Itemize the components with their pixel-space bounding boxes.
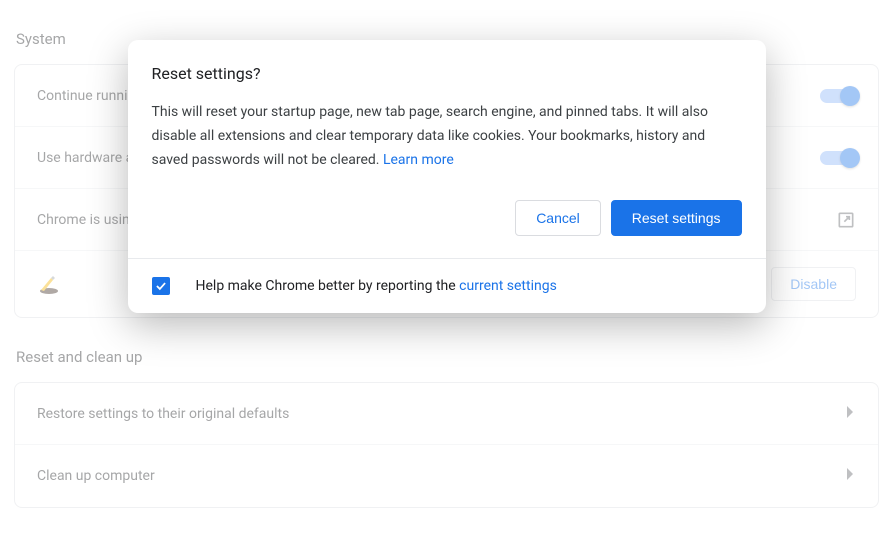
learn-more-link[interactable]: Learn more: [383, 152, 454, 168]
cancel-button[interactable]: Cancel: [515, 200, 601, 236]
footer-prefix: Help make Chrome better by reporting the: [196, 278, 460, 294]
report-settings-checkbox[interactable]: [152, 277, 170, 295]
reset-settings-dialog: Reset settings? This will reset your sta…: [128, 40, 766, 313]
current-settings-link[interactable]: current settings: [459, 278, 557, 294]
dialog-footer-text: Help make Chrome better by reporting the…: [196, 278, 557, 294]
dialog-title: Reset settings?: [152, 64, 742, 83]
dialog-body-text: This will reset your startup page, new t…: [152, 101, 742, 172]
reset-settings-button[interactable]: Reset settings: [611, 200, 742, 236]
